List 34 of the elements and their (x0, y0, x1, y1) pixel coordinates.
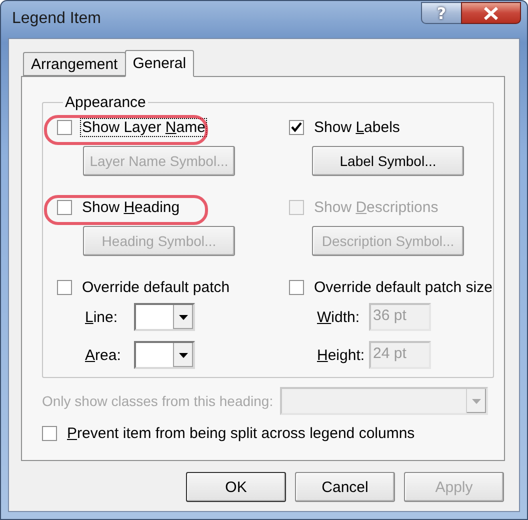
caret-icon (179, 352, 188, 358)
checkbox[interactable] (289, 280, 304, 294)
group-title: Appearance (64, 94, 147, 111)
close-icon (483, 6, 499, 20)
checkbox-label: Prevent item from being split across legend columns (66, 424, 416, 442)
checkbox[interactable] (57, 280, 72, 294)
dropdown[interactable] (134, 303, 195, 331)
tab[interactable]: General (124, 50, 194, 77)
dialog-button[interactable]: Cancel (295, 472, 395, 502)
check-icon (291, 122, 302, 132)
caret-icon (179, 314, 188, 320)
close-button[interactable] (461, 2, 521, 24)
field-label: Line: (85, 308, 119, 326)
checkbox-label: Show Descriptions (313, 198, 440, 216)
symbol-button[interactable]: Label Symbol... (312, 146, 464, 176)
checkbox-label: Override default patch size (313, 278, 494, 296)
checkbox[interactable] (57, 200, 72, 214)
checkbox[interactable] (57, 120, 72, 134)
caret-icon (472, 398, 481, 404)
dialog-button[interactable]: OK (186, 472, 286, 502)
checkbox[interactable] (289, 120, 304, 134)
window-title: Legend Item (12, 10, 101, 28)
checkbox-label: Show Labels (313, 118, 401, 136)
tab[interactable]: Arrangement (23, 52, 126, 76)
dropdown[interactable] (134, 341, 195, 369)
checkbox-label: Override default patch (81, 278, 231, 296)
field-label: Width: (317, 308, 361, 326)
checkbox-label: Show Heading (81, 198, 181, 216)
filter-label: Only show classes from this heading: (42, 393, 274, 409)
checkbox[interactable] (42, 426, 57, 440)
checkbox-label: Show Layer Name (81, 118, 206, 136)
field-label: Height: (317, 346, 366, 364)
help-button[interactable]: ? (421, 2, 461, 24)
field-label: Area: (85, 346, 122, 364)
